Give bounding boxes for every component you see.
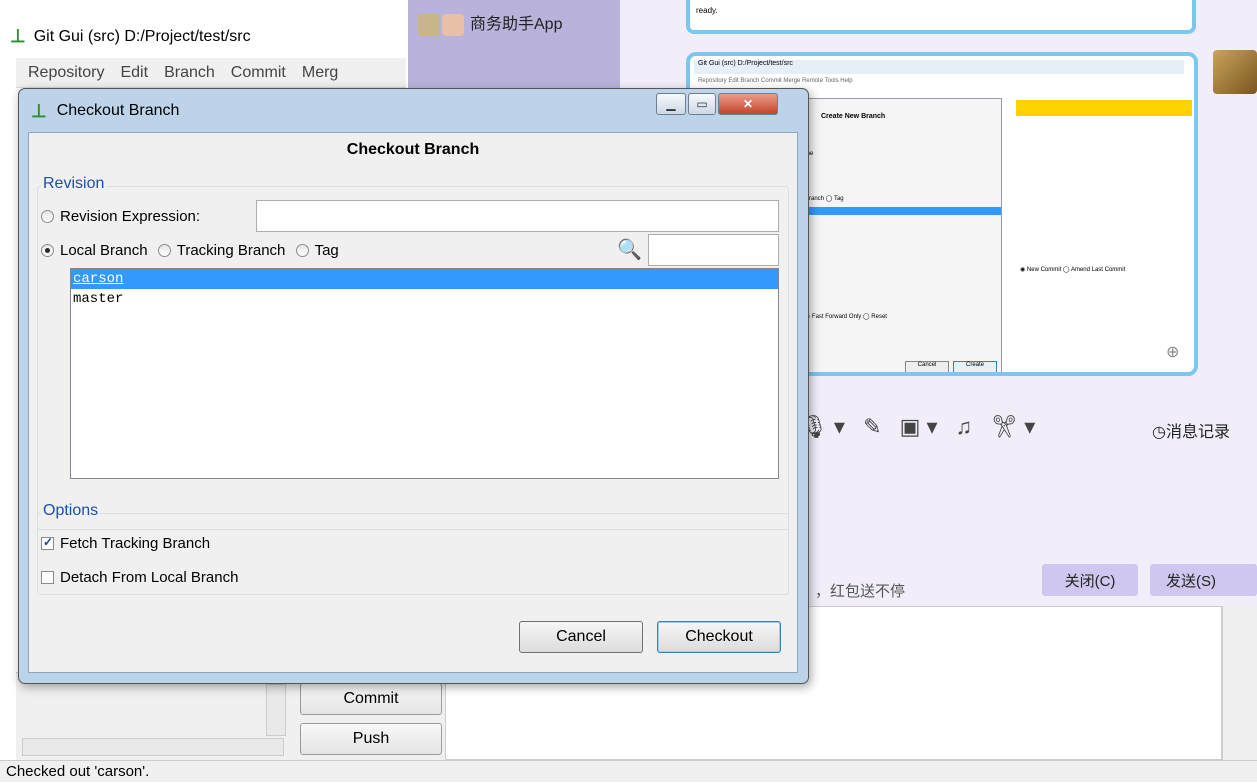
scissors-icon[interactable]: ✂▾ xyxy=(990,414,1041,439)
options-group-label: Options xyxy=(41,502,101,520)
edit-icon[interactable]: ✎ xyxy=(863,414,887,439)
git-gui-icon: ⊥ xyxy=(10,26,26,46)
file-list-scrollbar-h[interactable] xyxy=(22,738,284,756)
preview-list-selection xyxy=(805,207,1001,215)
menu-merge[interactable]: Merg xyxy=(302,64,338,82)
local-branch-label: Local Branch xyxy=(60,242,148,259)
close-button[interactable]: ✕ xyxy=(718,93,778,115)
chat-send-button[interactable]: 发送(S) xyxy=(1150,564,1257,596)
detach-label: Detach From Local Branch xyxy=(60,569,239,586)
clock-icon: ◷ xyxy=(1152,424,1166,441)
revision-expression-input[interactable] xyxy=(256,200,779,232)
checkout-branch-dialog: ⊥ Checkout Branch ▁ ▭ ✕ Checkout Branch … xyxy=(18,88,809,684)
main-window-title-text: Git Gui (src) D:/Project/test/src xyxy=(33,27,251,45)
preview-cancel-button: Cancel xyxy=(905,361,949,372)
branch-list[interactable]: carson master xyxy=(70,268,779,479)
menu-commit[interactable]: Commit xyxy=(231,64,286,82)
dialog-title: Checkout Branch xyxy=(56,102,180,119)
tag-label: Tag xyxy=(314,242,339,259)
preview-zoom-icon[interactable]: ⊕ xyxy=(1166,342,1179,362)
chat-toolbar: 🎙▾ ✎ ▣▾ ♫ ✂▾ xyxy=(800,414,1041,440)
git-gui-icon: ⊥ xyxy=(31,100,47,121)
search-icon: 🔍 xyxy=(617,239,642,261)
fetch-tracking-option[interactable]: Fetch Tracking Branch xyxy=(41,535,210,552)
cancel-button[interactable]: Cancel xyxy=(519,621,643,653)
preview-title-text: Git Gui (src) D:/Project/test/src xyxy=(698,60,793,67)
commit-message-scrollbar[interactable] xyxy=(1222,606,1257,760)
revision-expression-label: Revision Expression: xyxy=(60,208,201,225)
maximize-icon: ▭ xyxy=(696,97,708,111)
preview-ff-text: ◉ Fast Forward Only ◯ Reset xyxy=(805,314,887,320)
branch-list-item[interactable]: carson xyxy=(71,269,778,289)
chat-message-bubble-top: ready. xyxy=(686,0,1196,34)
preview-highlight-row xyxy=(1016,100,1192,116)
image-icon[interactable]: ▣▾ xyxy=(900,414,944,439)
fetch-tracking-checkbox[interactable] xyxy=(41,535,54,550)
contact-avatar-2 xyxy=(442,14,464,36)
checkout-button[interactable]: Checkout xyxy=(657,621,781,653)
chat-user-avatar[interactable] xyxy=(1213,50,1257,94)
chat-send-label: 发送(S) xyxy=(1166,572,1216,590)
file-list-scrollbar-v[interactable] xyxy=(266,684,286,736)
main-window-title: ⊥ Git Gui (src) D:/Project/test/src xyxy=(10,26,251,47)
commit-button[interactable]: Commit xyxy=(300,683,442,715)
preview-create-button: Create xyxy=(953,361,997,372)
history-link[interactable]: ◷消息记录 xyxy=(1152,418,1230,442)
preview-titlebar: Git Gui (src) D:/Project/test/src xyxy=(694,60,1184,74)
close-icon: ✕ xyxy=(742,97,754,111)
local-branch-radio[interactable] xyxy=(41,244,54,257)
contact-avatar xyxy=(418,14,440,36)
menu-edit[interactable]: Edit xyxy=(120,64,148,82)
detach-option[interactable]: Detach From Local Branch xyxy=(41,569,238,586)
music-icon[interactable]: ♫ xyxy=(956,414,979,439)
main-menubar: Repository Edit Branch Commit Merg xyxy=(16,58,406,88)
revision-expression-option[interactable]: Revision Expression: xyxy=(41,208,200,225)
branch-filter-input[interactable] xyxy=(648,234,779,266)
history-label: 消息记录 xyxy=(1165,424,1230,441)
menu-branch[interactable]: Branch xyxy=(164,64,215,82)
revision-expression-radio[interactable] xyxy=(41,210,54,223)
dialog-heading: Checkout Branch xyxy=(346,141,480,158)
status-text: Checked out 'carson'. xyxy=(6,763,150,780)
menu-repository[interactable]: Repository xyxy=(28,64,104,82)
maximize-button[interactable]: ▭ xyxy=(688,93,716,115)
minimize-icon: ▁ xyxy=(666,97,676,111)
preview-menu-text: Repository Edit Branch Commit Merge Remo… xyxy=(698,78,853,84)
dialog-body: Checkout Branch Revision Revision Expres… xyxy=(28,132,798,673)
preview-dialog-title: Create New Branch xyxy=(821,113,886,120)
branch-list-item[interactable]: master xyxy=(71,289,778,309)
chat-hint-text: ，红包送不停 xyxy=(815,583,906,600)
fetch-tracking-label: Fetch Tracking Branch xyxy=(60,535,211,552)
chat-close-button[interactable]: 关闭(C) xyxy=(1042,564,1138,596)
preview-menubar: Repository Edit Branch Commit Merge Remo… xyxy=(698,78,1008,84)
status-bar: Checked out 'carson'. xyxy=(0,760,1257,782)
revision-group-label: Revision xyxy=(41,175,107,193)
preview-radio-text: Branch ◯ Tag xyxy=(805,196,844,202)
tracking-branch-label: Tracking Branch xyxy=(176,242,286,259)
tag-radio[interactable] xyxy=(295,244,309,257)
detach-checkbox[interactable] xyxy=(41,571,54,584)
branch-type-options: Local Branch Tracking Branch Tag xyxy=(41,242,339,259)
preview-commit-radio: ◉ New Commit ◯ Amend Last Commit xyxy=(1020,267,1126,273)
chat-contact-name: 商务助手App xyxy=(470,16,563,33)
minimize-button[interactable]: ▁ xyxy=(656,93,686,115)
preview-dialog: Create New Branch me Branch ◯ Tag ◉ Fast… xyxy=(800,98,1002,372)
chat-message-text: ready. xyxy=(696,6,718,15)
tracking-branch-radio[interactable] xyxy=(157,244,171,257)
push-button[interactable]: Push xyxy=(300,723,442,755)
